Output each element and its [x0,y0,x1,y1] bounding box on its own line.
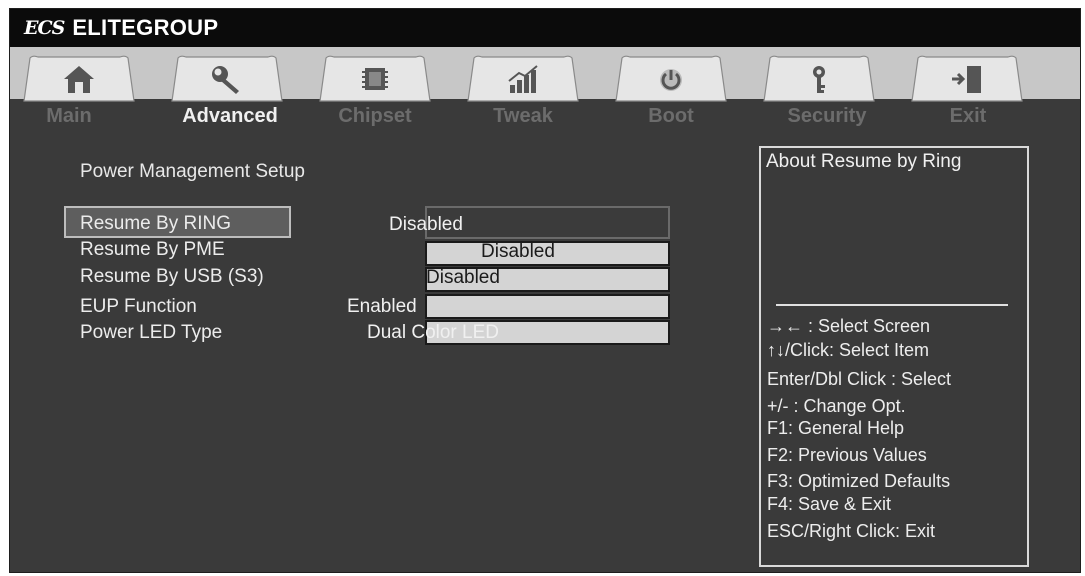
hotkey-change-opt: +/- : Change Opt. [767,396,906,416]
hotkey-general-help: F1: General Help [767,418,905,438]
home-icon [64,66,94,93]
hotkey-previous-values: F2: Previous Values [767,445,927,465]
setting-label-resume-by-usb[interactable]: Resume By USB (S3) [80,266,264,288]
tab-chipset[interactable] [316,55,434,103]
power-icon [660,69,682,91]
tab-main[interactable] [20,55,138,103]
tab-label-tweak[interactable]: Tweak [453,105,593,128]
key-icon [813,66,825,93]
tab-security[interactable] [760,55,878,103]
value-resume-by-ring: Disabled [389,214,463,235]
exit-door-icon [952,66,981,93]
ecs-logo: ECS [24,17,65,39]
setting-label-resume-by-pme[interactable]: Resume By PME [80,239,225,261]
tab-label-advanced[interactable]: Advanced [160,105,300,128]
tab-boot[interactable] [612,55,730,103]
hotkey-select-screen: →← : Select Screen [767,316,931,336]
chip-icon [362,68,388,90]
tab-label-main[interactable]: Main [10,105,128,128]
tab-label-chipset[interactable]: Chipset [305,105,445,128]
bios-window: ECS ELITEGROUP Main Advanced Chipset Twe… [9,8,1081,573]
brand: ECS ELITEGROUP [24,15,218,41]
hotkey-save-exit: F4: Save & Exit [767,494,892,514]
setting-label-eup-function[interactable]: EUP Function [80,296,197,318]
wrench-icon [212,66,239,94]
setting-label-resume-by-ring[interactable]: Resume By RING [80,213,231,235]
help-title: About Resume by Ring [766,151,962,172]
value-resume-by-usb: Disabled [426,267,500,288]
hotkey-optimized-defaults: F3: Optimized Defaults [767,471,951,491]
hotkey-esc-exit: ESC/Right Click: Exit [767,521,936,541]
title-bar: ECS ELITEGROUP [10,9,1080,47]
help-divider [776,304,1008,306]
value-field-eup-function[interactable] [425,294,670,319]
hotkey-select-item: ↑↓/Click: Select Item [767,340,930,360]
setting-label-power-led-type[interactable]: Power LED Type [80,322,222,344]
section-title: Power Management Setup [80,161,305,182]
tab-exit[interactable] [908,55,1026,103]
tab-advanced[interactable] [168,55,286,103]
brand-name: ELITEGROUP [72,15,219,40]
tab-label-exit[interactable]: Exit [898,105,1038,128]
tab-label-boot[interactable]: Boot [601,105,741,128]
value-resume-by-pme: Disabled [481,241,555,262]
tab-label-security[interactable]: Security [757,105,897,128]
hotkey-enter-select: Enter/Dbl Click : Select [767,369,952,389]
bar-chart-icon [508,65,538,93]
value-power-led-type: Dual Color LED [367,322,499,343]
tab-tweak[interactable] [464,55,582,103]
value-eup-function: Enabled [347,296,417,317]
